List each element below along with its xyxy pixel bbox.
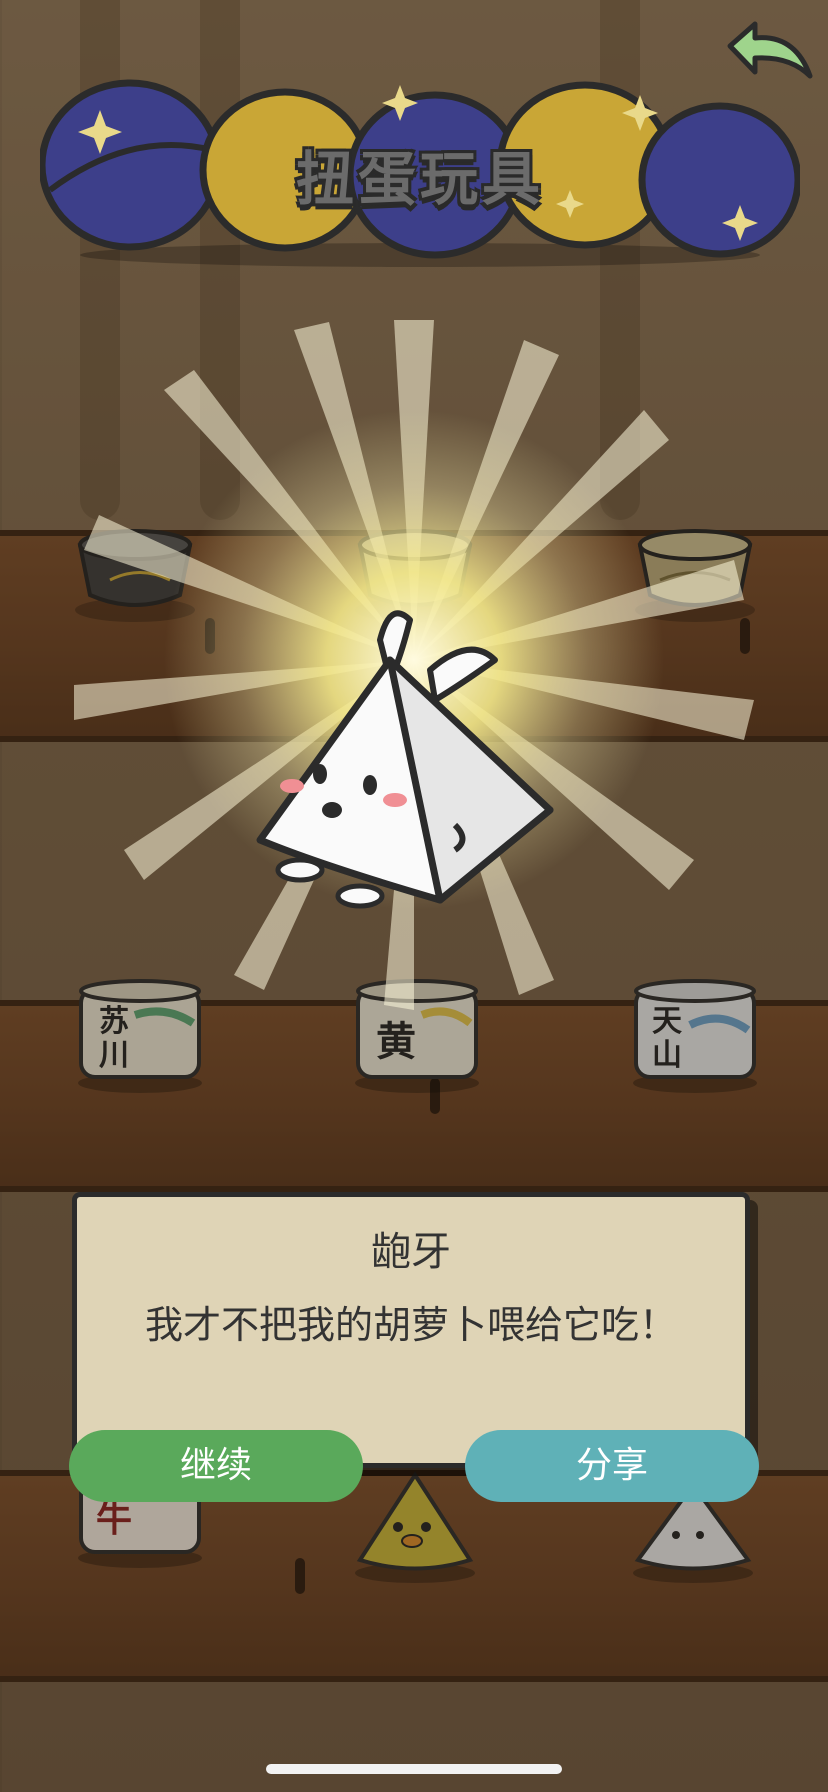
title-banner: 扭蛋玩具 [40,70,800,270]
toy-message: 我才不把我的胡萝卜喂给它吃！ [144,1303,677,1347]
result-dialog: 龅牙 我才不把我的胡萝卜喂给它吃！ [72,1192,750,1468]
home-indicator[interactable] [266,1764,562,1774]
page-title: 扭蛋玩具 [295,145,544,213]
back-arrow-icon [727,21,813,79]
share-button[interactable]: 分享 [465,1430,759,1502]
game-screen: 苏川 黄 天山 牛 扭蛋玩具 龅牙 我才不把我的胡萝卜喂给它吃！ 继续 分享 [0,0,828,1792]
continue-button[interactable]: 继续 [69,1430,363,1502]
bunny-character [256,610,554,909]
back-button[interactable] [710,16,818,106]
toy-name: 龅牙 [371,1229,451,1275]
